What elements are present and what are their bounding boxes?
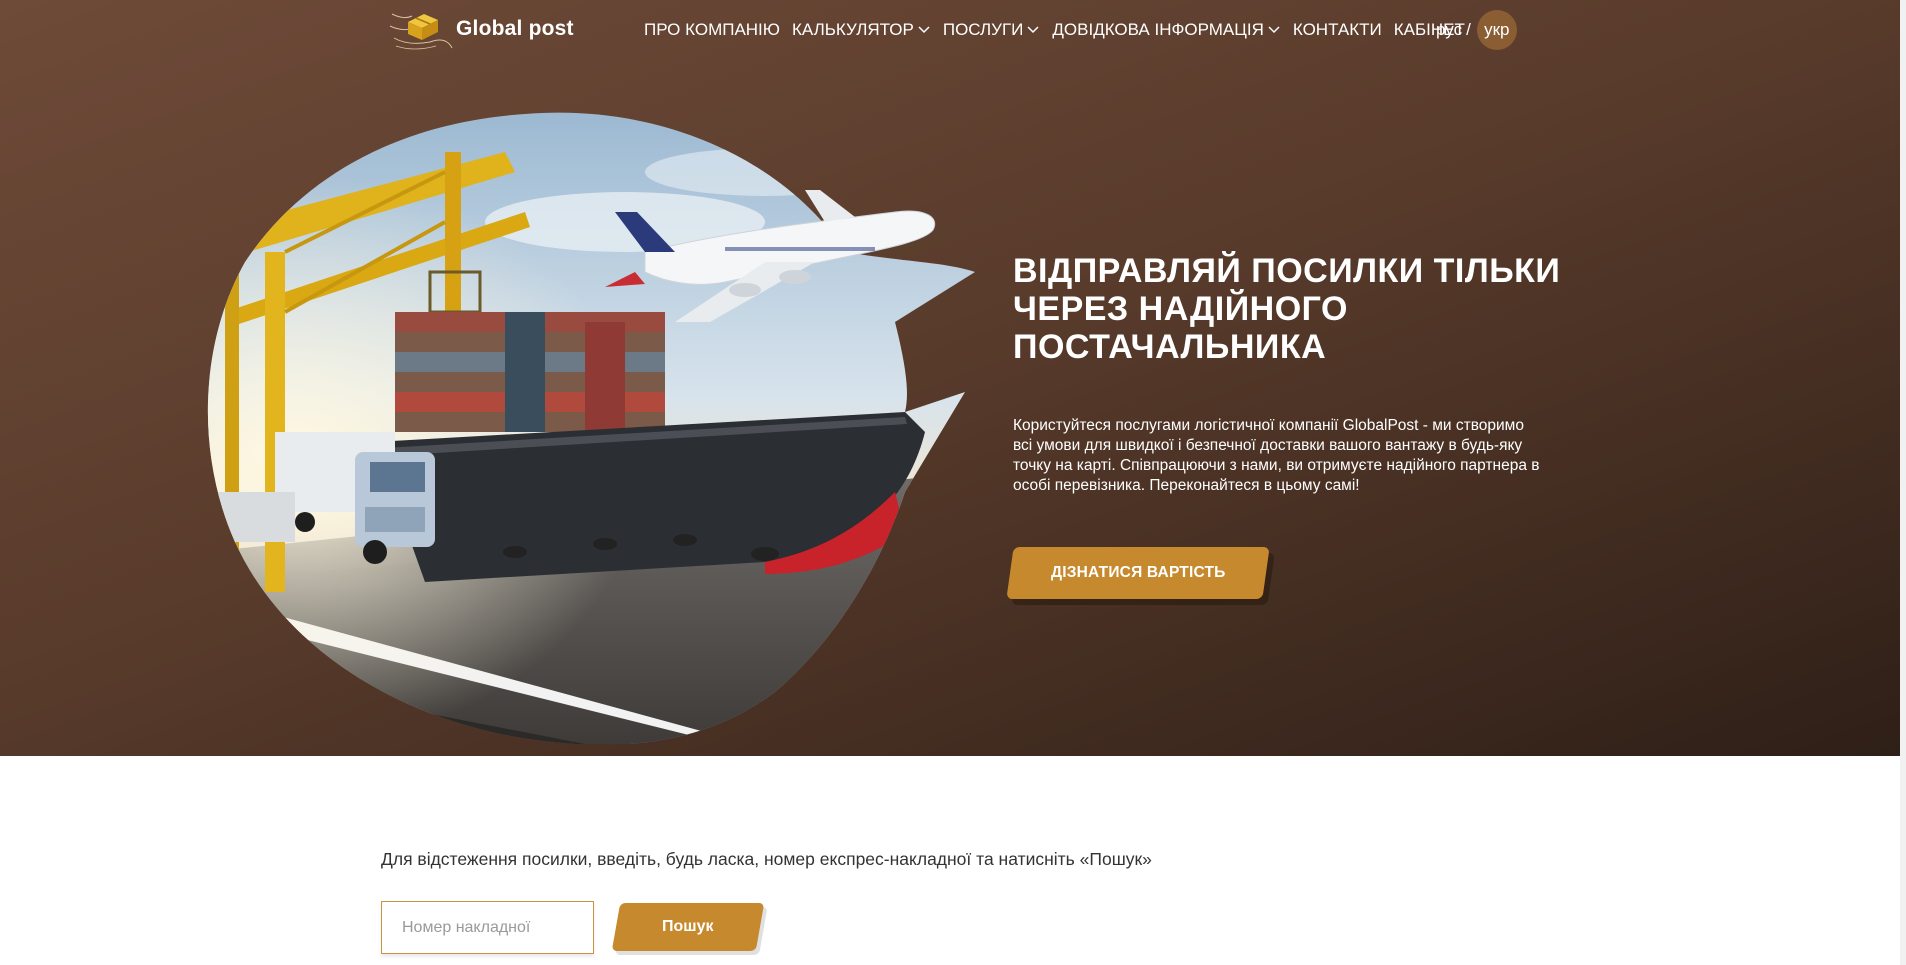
search-button[interactable]: Пошук	[611, 903, 765, 951]
hero-title: ВІДПРАВЛЯЙ ПОСИЛКИ ТІЛЬКИ ЧЕРЕЗ НАДІЙНОГ…	[1013, 252, 1561, 366]
chevron-down-icon	[918, 26, 930, 34]
nav-item-services[interactable]: ПОСЛУГИ	[943, 18, 1041, 42]
logo[interactable]: Global post	[386, 6, 574, 52]
waybill-number-input[interactable]	[381, 901, 594, 954]
tracking-hint: Для відстеження посилки, введіть, будь л…	[381, 849, 1152, 869]
nav-item-about[interactable]: ПРО КОМПАНІЮ	[644, 18, 780, 42]
parcel-logo-icon	[389, 13, 453, 50]
nav-item-calculator[interactable]: КАЛЬКУЛЯТОР	[792, 18, 931, 42]
lang-ru-link[interactable]: рус	[1436, 20, 1462, 40]
hero-description: Користуйтеся послугами логістичної компа…	[1013, 417, 1540, 494]
chevron-down-icon	[1268, 26, 1280, 34]
nav-label: ПОСЛУГИ	[942, 20, 1024, 39]
get-price-button[interactable]: ДІЗНАТИСЯ ВАРТІСТЬ	[1006, 547, 1270, 599]
hero-section: Global post ПРО КОМПАНІЮ КАЛЬКУЛЯТОР ПОС…	[0, 0, 1900, 756]
logistics-cargo-image	[207, 112, 975, 744]
site-header: Global post ПРО КОМПАНІЮ КАЛЬКУЛЯТОР ПОС…	[0, 0, 1900, 58]
brand-name: Global post	[456, 17, 574, 40]
nav-label: ПРО КОМПАНІЮ	[644, 20, 780, 39]
lang-ua-label: укр	[1484, 20, 1510, 39]
chevron-down-icon	[1027, 26, 1039, 34]
language-switcher: рус / укр	[1436, 10, 1517, 50]
lang-separator: /	[1466, 20, 1471, 39]
get-price-label: ДІЗНАТИСЯ ВАРТІСТЬ	[1050, 564, 1226, 581]
main-nav: ПРО КОМПАНІЮ КАЛЬКУЛЯТОР ПОСЛУГИ ДОВІДКО…	[644, 18, 1477, 42]
search-label: Пошук	[662, 918, 714, 935]
lang-ua-button[interactable]: укр	[1476, 10, 1517, 50]
nav-label: ДОВІДКОВА ІНФОРМАЦІЯ	[1052, 20, 1264, 39]
page-scrollbar[interactable]	[1900, 0, 1906, 965]
nav-item-contacts[interactable]: КОНТАКТИ	[1293, 18, 1382, 42]
nav-item-reference[interactable]: ДОВІДКОВА ІНФОРМАЦІЯ	[1052, 18, 1280, 42]
nav-label: КОНТАКТИ	[1292, 20, 1382, 39]
nav-label: КАЛЬКУЛЯТОР	[791, 20, 914, 39]
